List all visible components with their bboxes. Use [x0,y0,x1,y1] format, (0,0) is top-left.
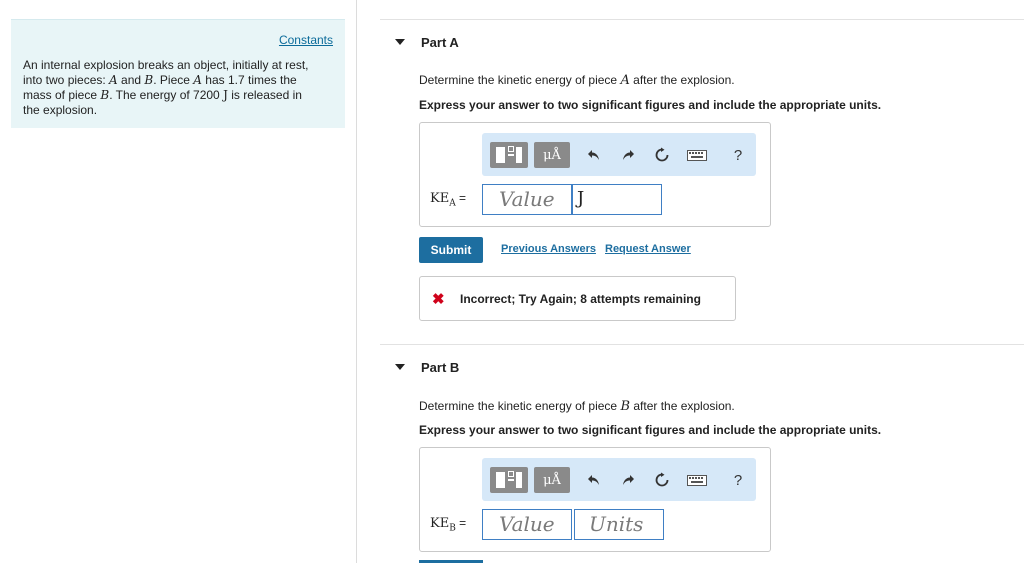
keyboard-icon[interactable] [684,467,710,493]
reset-icon[interactable] [650,467,674,493]
part-b-title[interactable]: Part B [421,360,459,375]
feedback-box: ✖ Incorrect; Try Again; 8 attempts remai… [419,276,736,321]
part-a-divider [380,19,1024,20]
part-a-section: Part A Determine the kinetic energy of p… [380,19,1024,349]
ke-a-label: KEA = [430,191,467,209]
redo-arrow-icon[interactable] [616,142,640,168]
help-button[interactable]: ? [726,142,750,168]
left-column: Constants An internal explosion breaks a… [0,0,357,563]
reset-icon[interactable] [650,142,674,168]
part-a-answer-box: μÅ ? KEA = Value J [419,122,771,227]
math-toolbar: μÅ ? [482,133,756,176]
units-button[interactable]: μÅ [534,142,570,168]
part-a-question: Determine the kinetic energy of piece A … [419,73,735,88]
units-input[interactable]: Units [574,509,664,540]
templates-button[interactable] [490,467,528,493]
error-x-icon: ✖ [432,291,445,308]
part-a-title[interactable]: Part A [421,35,459,50]
feedback-message: Incorrect; Try Again; 8 attempts remaini… [460,292,701,306]
help-button[interactable]: ? [726,467,750,493]
part-b-divider [380,344,1024,345]
redo-arrow-icon[interactable] [616,467,640,493]
ke-b-label: KEB = [430,516,467,534]
problem-statement: An internal explosion breaks an object, … [23,58,309,117]
keyboard-icon[interactable] [684,142,710,168]
part-a-instruction: Express your answer to two significant f… [419,98,882,112]
previous-answers-link[interactable]: Previous Answers [501,243,596,255]
undo-arrow-icon[interactable] [582,467,606,493]
value-input[interactable]: Value [482,184,572,215]
value-input[interactable]: Value [482,509,572,540]
collapse-triangle-icon[interactable] [395,364,405,370]
part-b-section: Part B Determine the kinetic energy of p… [380,344,1024,563]
units-input[interactable]: J [572,184,662,215]
units-button[interactable]: μÅ [534,467,570,493]
templates-button[interactable] [490,142,528,168]
submit-button[interactable]: Submit [419,237,483,263]
request-answer-link[interactable]: Request Answer [605,243,691,255]
constants-link[interactable]: Constants [279,33,333,47]
undo-arrow-icon[interactable] [582,142,606,168]
part-b-instruction: Express your answer to two significant f… [419,423,882,437]
collapse-triangle-icon[interactable] [395,39,405,45]
part-b-question: Determine the kinetic energy of piece B … [419,399,735,414]
part-b-answer-box: μÅ ? KEB = Value Units [419,447,771,552]
problem-panel: Constants An internal explosion breaks a… [11,19,345,128]
math-toolbar: μÅ ? [482,458,756,501]
